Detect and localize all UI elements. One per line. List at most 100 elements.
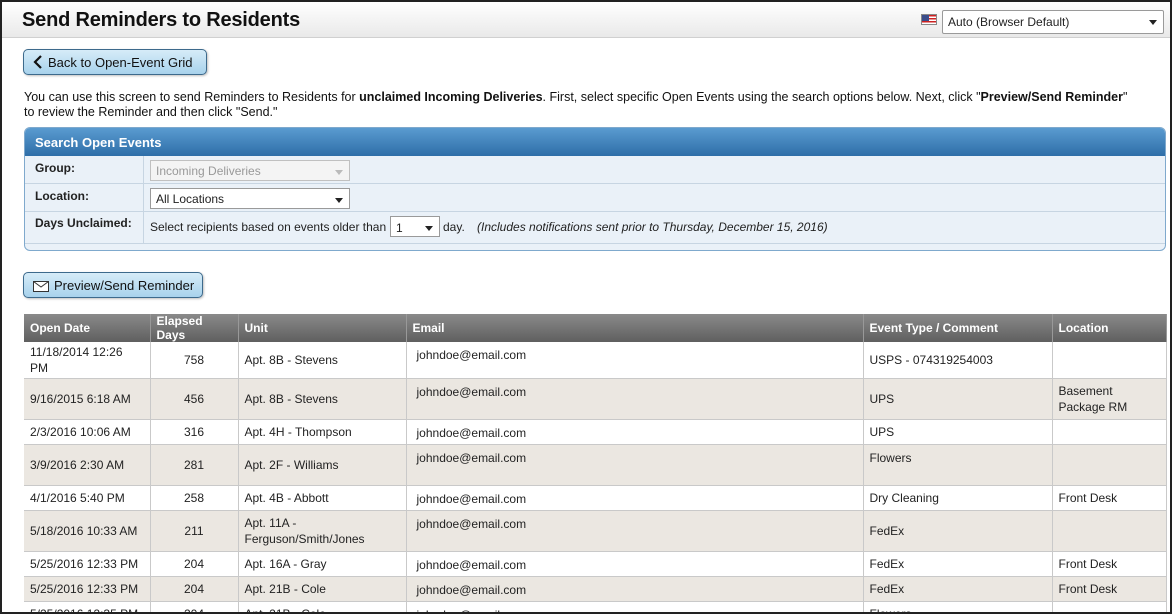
location-cell — [1052, 342, 1167, 379]
email-cell: johndoe@email.com — [406, 444, 864, 486]
open-date-cell: 5/25/2016 12:33 PM — [24, 551, 151, 577]
search-panel: Search Open Events Group: Incoming Deliv… — [24, 127, 1166, 251]
table-row[interactable]: 2/3/2016 10:06 AM 316 Apt. 4H - Thompson… — [24, 419, 1167, 445]
location-cell — [1052, 419, 1167, 445]
intro-bold-1: unclaimed Incoming Deliveries — [359, 90, 543, 104]
back-to-grid-label: Back to Open-Event Grid — [48, 55, 193, 70]
location-cell: Front Desk — [1052, 551, 1167, 577]
elapsed-days-cell: 456 — [150, 378, 239, 420]
unit-cell: Apt. 2F - Williams — [238, 444, 407, 486]
email-cell: johndoe@email.com — [406, 601, 864, 612]
email-cell: johndoe@email.com — [406, 342, 864, 379]
unit-cell: Apt. 8B - Stevens — [238, 378, 407, 420]
unit-cell: Apt. 21B - Cole — [238, 601, 407, 612]
elapsed-days-cell: 758 — [150, 342, 239, 379]
unit-cell: Apt. 16A - Gray — [238, 551, 407, 577]
elapsed-days-cell: 211 — [150, 510, 239, 552]
location-row: Location: All Locations — [25, 184, 1165, 212]
elapsed-days-cell: 204 — [150, 576, 239, 602]
group-row: Group: Incoming Deliveries — [25, 156, 1165, 184]
column-header[interactable]: Event Type / Comment — [863, 314, 1053, 342]
page-title: Send Reminders to Residents — [22, 9, 300, 31]
open-date-cell: 2/3/2016 10:06 AM — [24, 419, 151, 445]
email-cell: johndoe@email.com — [406, 378, 864, 420]
open-date-cell: 5/25/2016 12:35 PM — [24, 601, 151, 612]
column-header[interactable]: Open Date — [24, 314, 151, 342]
preview-send-reminder-button[interactable]: Preview/Send Reminder — [23, 272, 203, 298]
intro-part-1: You can use this screen to send Reminder… — [24, 90, 360, 104]
app-window: Send Reminders to Residents Auto (Browse… — [0, 0, 1172, 614]
location-cell — [1052, 601, 1167, 612]
email-cell: johndoe@email.com — [406, 419, 864, 445]
table-row[interactable]: 5/18/2016 10:33 AM 211 Apt. 11A - Fergus… — [24, 510, 1167, 552]
open-date-cell: 3/9/2016 2:30 AM — [24, 444, 151, 486]
open-date-cell: 5/18/2016 10:33 AM — [24, 510, 151, 552]
table-row[interactable]: 9/16/2015 6:18 AM 456 Apt. 8B - Stevens … — [24, 378, 1167, 420]
location-cell: Front Desk — [1052, 485, 1167, 511]
event-type-cell: Flowers — [863, 601, 1053, 612]
location-cell: Front Desk — [1052, 576, 1167, 602]
intro-text: You can use this screen to send Reminder… — [24, 90, 1134, 120]
event-type-cell: UPS — [863, 378, 1053, 420]
email-cell: johndoe@email.com — [406, 485, 864, 511]
back-to-grid-button[interactable]: Back to Open-Event Grid — [23, 49, 207, 75]
us-flag-icon — [921, 14, 937, 25]
open-events-table: Open Date Elapsed Days Unit Email Event … — [24, 314, 1167, 612]
days-select-value: 1 — [396, 221, 403, 235]
row-divider — [143, 212, 144, 243]
column-header[interactable]: Email — [406, 314, 864, 342]
days-row: Days Unclaimed: Select recipients based … — [25, 212, 1165, 244]
email-cell: johndoe@email.com — [406, 551, 864, 577]
event-type-cell: Dry Cleaning — [863, 485, 1053, 511]
row-divider — [143, 156, 144, 183]
unit-cell: Apt. 8B - Stevens — [238, 342, 407, 379]
location-select[interactable]: All Locations — [150, 188, 350, 209]
unit-cell: Apt. 4B - Abbott — [238, 485, 407, 511]
location-cell — [1052, 444, 1167, 486]
open-date-cell: 5/25/2016 12:33 PM — [24, 576, 151, 602]
event-type-cell: Flowers — [863, 444, 1053, 486]
days-note: (Includes notifications sent prior to Th… — [477, 220, 828, 234]
chevron-left-icon — [33, 55, 43, 72]
event-type-cell: FedEx — [863, 551, 1053, 577]
elapsed-days-cell: 204 — [150, 601, 239, 612]
location-label: Location: — [35, 189, 89, 203]
elapsed-days-cell: 316 — [150, 419, 239, 445]
open-date-cell: 9/16/2015 6:18 AM — [24, 378, 151, 420]
search-panel-title: Search Open Events — [25, 128, 1165, 156]
elapsed-days-cell: 281 — [150, 444, 239, 486]
table-row[interactable]: 4/1/2016 5:40 PM 258 Apt. 4B - Abbott jo… — [24, 485, 1167, 511]
table-row[interactable]: 5/25/2016 12:33 PM 204 Apt. 16A - Gray j… — [24, 551, 1167, 577]
intro-bold-2: Preview/Send Reminder — [980, 90, 1123, 104]
days-label: Days Unclaimed: — [35, 216, 132, 230]
unit-cell: Apt. 4H - Thompson — [238, 419, 407, 445]
column-header[interactable]: Location — [1052, 314, 1167, 342]
chevron-down-icon — [425, 226, 433, 231]
table-row[interactable]: 3/9/2016 2:30 AM 281 Apt. 2F - Williams … — [24, 444, 1167, 486]
table-row[interactable]: 5/25/2016 12:35 PM 204 Apt. 21B - Cole j… — [24, 601, 1167, 612]
language-select[interactable]: Auto (Browser Default) — [942, 10, 1164, 34]
event-type-cell: FedEx — [863, 576, 1053, 602]
table-row[interactable]: 5/25/2016 12:33 PM 204 Apt. 21B - Cole j… — [24, 576, 1167, 602]
row-divider — [143, 184, 144, 211]
group-select: Incoming Deliveries — [150, 160, 350, 181]
unit-cell: Apt. 21B - Cole — [238, 576, 407, 602]
preview-send-label: Preview/Send Reminder — [54, 278, 195, 293]
column-header[interactable]: Unit — [238, 314, 407, 342]
chevron-down-icon — [1149, 20, 1157, 25]
elapsed-days-cell: 258 — [150, 485, 239, 511]
days-prefix: Select recipients based on events older … — [150, 220, 387, 234]
open-date-cell: 4/1/2016 5:40 PM — [24, 485, 151, 511]
intro-part-2: . First, select specific Open Events usi… — [542, 90, 981, 104]
location-select-value: All Locations — [156, 192, 225, 206]
column-header[interactable]: Elapsed Days — [150, 314, 239, 342]
days-select[interactable]: 1 — [390, 216, 440, 237]
days-suffix: day. — [443, 220, 465, 234]
event-type-cell: USPS - 074319254003 — [863, 342, 1053, 379]
event-type-cell: UPS — [863, 419, 1053, 445]
elapsed-days-cell: 204 — [150, 551, 239, 577]
email-cell: johndoe@email.com — [406, 510, 864, 552]
event-type-cell: FedEx — [863, 510, 1053, 552]
envelope-icon — [33, 280, 49, 295]
table-row[interactable]: 11/18/2014 12:26 PM 758 Apt. 8B - Steven… — [24, 342, 1167, 379]
